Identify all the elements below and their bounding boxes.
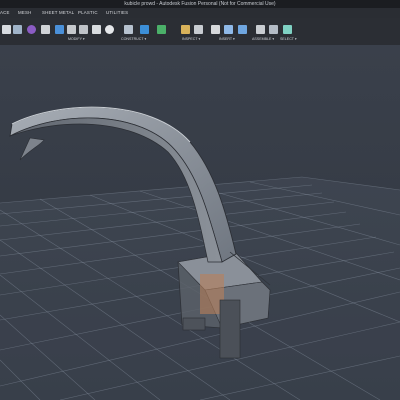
model-scene[interactable] (0, 0, 400, 400)
